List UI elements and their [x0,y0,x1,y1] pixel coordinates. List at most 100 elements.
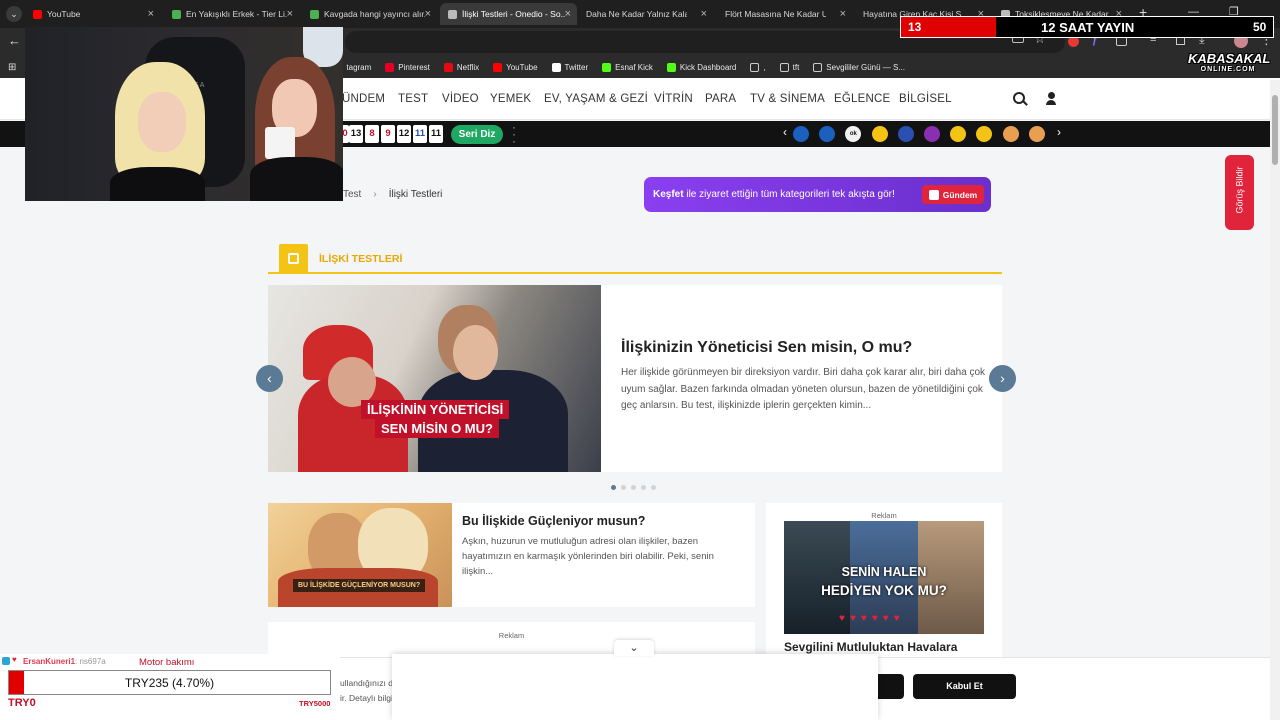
seri-diz-button[interactable]: Seri Diz [451,125,503,144]
featured-description: Her ilişkide görünmeyen bir direksiyon v… [621,367,986,411]
counter-left-value: 13 [908,20,922,34]
story-circle[interactable] [924,126,940,142]
bookmark-icon [779,62,789,72]
story-circle[interactable] [1028,126,1045,142]
more-vertical-icon[interactable]: · · · [512,121,516,147]
slider-next-button[interactable]: › [989,365,1016,392]
browser-tab[interactable]: Flört Masasına Ne Kadar U... × [717,3,852,25]
breadcrumb-test-link[interactable]: Test [343,189,361,200]
stream-subathon-counter: 13 12 SAAT YAYIN 50 [900,16,1274,38]
test-card[interactable]: BU İLİŞKİDE GÜÇLENİYOR MUSUN? Bu İlişkid… [268,503,755,607]
nav-item[interactable]: VİDEO [442,93,479,105]
browser-tab[interactable]: Daha Ne Kadar Yalnız Kalac... × [578,3,713,25]
gundem-button[interactable]: Gündem [922,185,984,204]
page-scrollbar[interactable] [1270,80,1280,720]
back-icon[interactable]: ← [8,33,21,48]
bookmark-item[interactable]: tft [779,62,799,72]
nav-item[interactable]: EĞLENCE [834,93,890,105]
ad-image-line-1: SENİN HALEN [841,565,927,579]
bookmark-label: Pinterest [398,62,430,72]
bookmark-label: Twitter [564,62,589,72]
bookmark-item[interactable]: tagram [346,63,371,72]
bookmark-item[interactable]: Netflix [443,62,479,72]
donation-max: TRY5000 [299,699,331,708]
donation-username: ErsanKuneri1 [23,657,76,666]
ad-title[interactable]: Sevgilini Mutluluktan Havalara [784,640,957,654]
browser-tab[interactable]: İlişki Testleri - Onedio - So... × [440,3,577,25]
nav-item[interactable]: BİLGİSEL [899,93,952,105]
game-tile[interactable]: 9 [381,125,395,143]
cookie-accept-button[interactable]: Kabul Et [913,674,1016,699]
bookmark-item[interactable]: Esnaf Kick [602,62,653,72]
featured-image-line-1: İLİŞKİNİN YÖNETİCİSİ [361,400,510,419]
nav-item[interactable]: YEMEK [490,93,531,105]
tab-close-icon[interactable]: × [148,8,154,20]
bookmark-item[interactable]: , [750,62,766,72]
tab-close-icon[interactable]: × [425,8,431,20]
tab-list-dropdown-icon[interactable]: ⌄ [6,6,22,22]
slider-dot[interactable] [641,485,646,490]
bookmark-item[interactable]: Twitter [551,62,589,72]
bookmark-item[interactable]: Pinterest [385,62,430,72]
tab-close-icon[interactable]: × [565,8,571,20]
bookmark-item[interactable]: Kick Dashboard [666,62,736,72]
feedback-tab[interactable]: Görüş Bildir [1225,155,1254,230]
cookie-settings-button[interactable] [878,674,904,699]
tab-close-icon[interactable]: × [840,8,846,20]
slider-dot[interactable] [621,485,626,490]
ad-image[interactable]: SENİN HALEN HEDİYEN YOK MU? ♥♥♥♥♥♥ [784,521,984,634]
story-circle[interactable] [950,126,967,142]
tab-close-icon[interactable]: × [701,8,707,20]
counter-right-value: 50 [1253,20,1267,34]
game-tile[interactable]: 12 [397,125,411,143]
collapse-ad-button[interactable]: ⌄ [614,640,654,656]
nav-item[interactable]: VİTRİN [654,93,693,105]
tab-title: Flört Masasına Ne Kadar U... [725,9,826,19]
nav-item[interactable]: PARA [705,93,736,105]
bookmark-item[interactable]: YouTube [493,62,538,72]
story-circle[interactable] [976,126,993,142]
browser-tab[interactable]: Kavgada hangi yayıncı alır... × [302,3,437,25]
scrollbar-thumb[interactable] [1272,95,1278,165]
nav-item[interactable]: ÜNDEM [342,93,385,105]
game-tile[interactable]: 13 [349,125,363,143]
slider-dot[interactable] [631,485,636,490]
bookmark-icon [813,62,823,72]
game-tile[interactable]: 8 [365,125,379,143]
slider-prev-button[interactable]: ‹ [256,365,283,392]
bottom-sticky-ad: ⌄ [392,640,878,720]
test-card-title[interactable]: Bu İlişkide Güçleniyor musun? [462,514,645,528]
apps-grid-icon[interactable]: ⊞ [8,62,16,73]
kesfet-banner[interactable]: Keşfet ile ziyaret ettiğin tüm kategoril… [644,177,991,212]
game-tile[interactable]: 11 [429,125,443,143]
stories-prev-icon[interactable]: ‹ [783,125,787,139]
bookmark-icon [551,62,561,72]
ad-label: Reklam [871,511,897,520]
story-circle[interactable] [1002,126,1019,142]
nav-item[interactable]: EV, YAŞAM & GEZİ [544,93,648,105]
nav-item[interactable]: TEST [398,93,428,105]
bookmark-icon [750,62,760,72]
stories-next-icon[interactable]: › [1057,125,1061,139]
game-tile[interactable]: 11 [413,125,427,143]
story-circle[interactable]: ok [845,126,862,142]
slider-dot[interactable] [651,485,656,490]
story-circle[interactable] [897,126,914,142]
story-circle[interactable] [793,126,809,142]
browser-tab[interactable]: En Yakışıklı Erkek - Tier Li... × [164,3,299,25]
test-card-description: Aşkın, huzurun ve mutluluğun adresi olan… [462,536,714,577]
user-icon[interactable] [1046,92,1056,108]
section-title: İLİŞKİ TESTLERİ [319,253,403,265]
slider-dot[interactable] [611,485,616,490]
bookmark-item[interactable]: Sevgililer Günü — S... [813,62,905,72]
bookmark-icon [602,62,612,72]
nav-item[interactable]: TV & SİNEMA [750,93,825,105]
tab-close-icon[interactable]: × [287,8,293,20]
featured-image[interactable]: İLİŞKİNİN YÖNETİCİSİ SEN MİSİN O MU? [268,285,601,472]
browser-tab[interactable]: YouTube × [25,3,160,25]
featured-title[interactable]: İlişkinizin Yöneticisi Sen misin, O mu? [621,339,912,357]
story-circle[interactable] [819,126,836,142]
test-card-image[interactable]: BU İLİŞKİDE GÜÇLENİYOR MUSUN? [268,503,452,607]
story-circle[interactable] [871,126,888,142]
section-header: İLİŞKİ TESTLERİ [268,243,1002,274]
